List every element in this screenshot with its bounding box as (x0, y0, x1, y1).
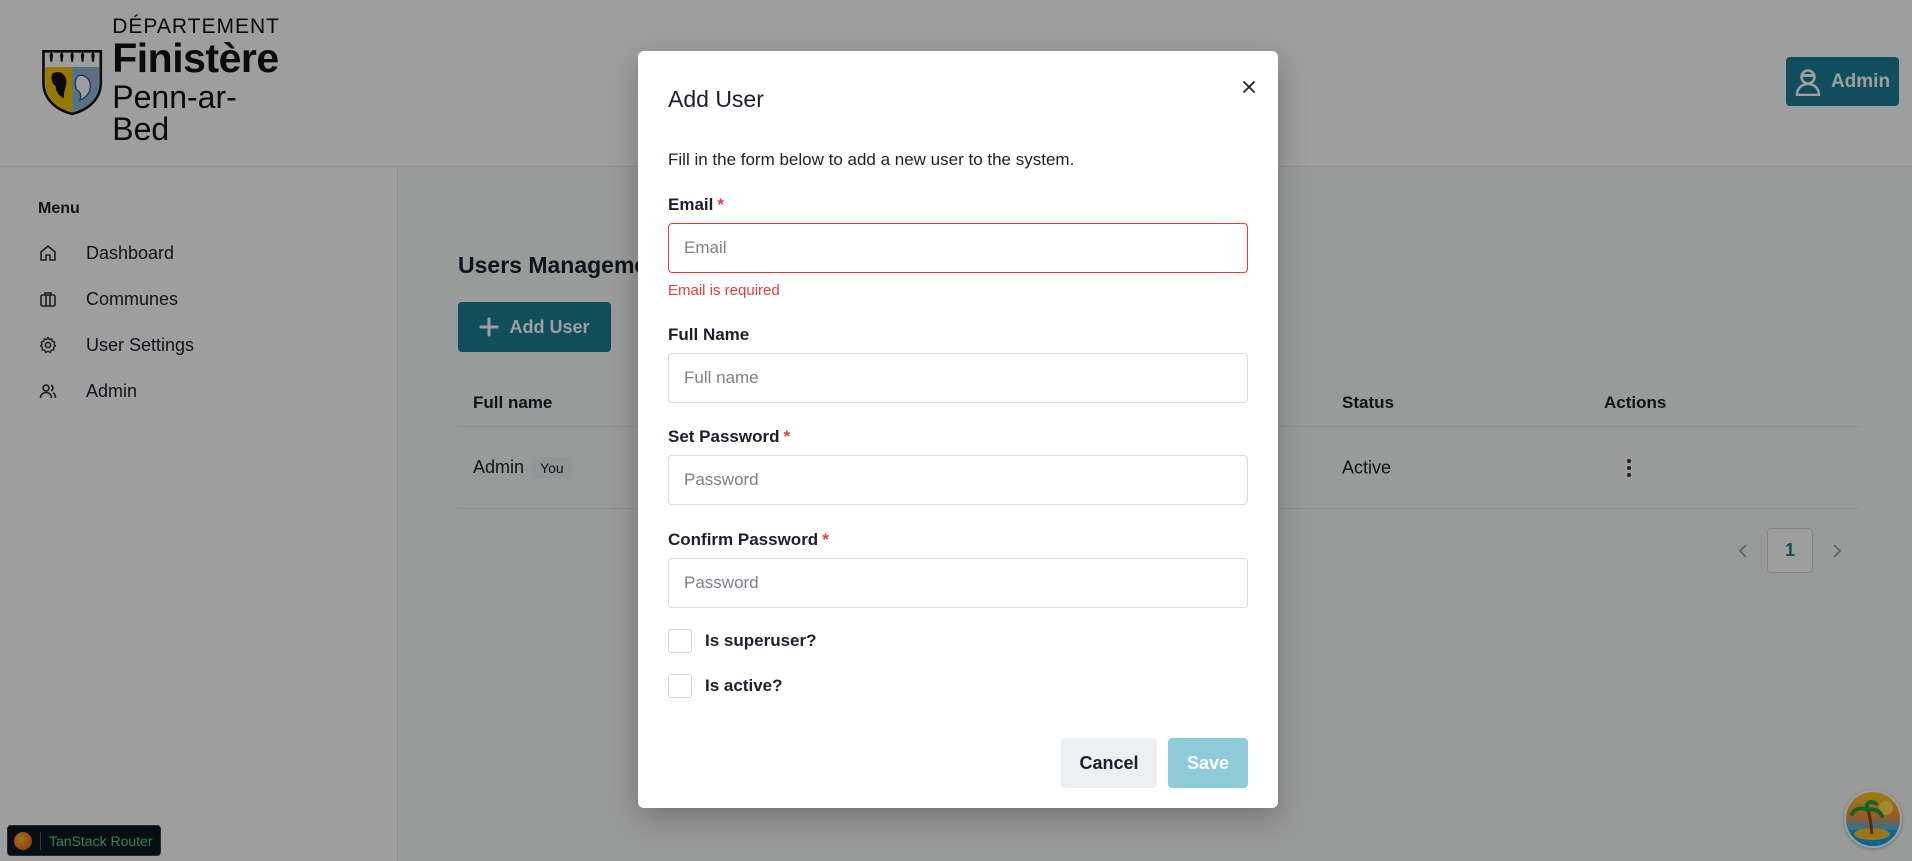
required-marker: * (822, 530, 829, 549)
full-name-label: Full Name (668, 325, 749, 345)
dialog-title: Add User (668, 86, 764, 112)
confirm-password-label: Confirm Password * (668, 530, 829, 550)
password-field[interactable] (668, 455, 1248, 505)
confirm-password-label-text: Confirm Password (668, 530, 819, 549)
required-marker: * (783, 427, 791, 446)
required-marker: * (717, 195, 724, 214)
set-password-label: Set Password * (668, 427, 790, 447)
email-label: Email * (668, 195, 724, 215)
close-dialog-button[interactable] (1235, 73, 1263, 101)
add-user-dialog: Add User Fill in the form below to add a… (638, 51, 1278, 808)
save-button[interactable]: Save (1168, 738, 1248, 788)
superuser-checkbox-label: Is superuser? (705, 631, 817, 650)
full-name-label-text: Full Name (668, 325, 750, 344)
full-name-field[interactable] (668, 353, 1248, 403)
superuser-checkbox[interactable] (668, 629, 692, 653)
active-checkbox-label: Is active? (705, 676, 783, 695)
set-password-label-text: Set Password (668, 427, 780, 446)
dialog-description: Fill in the form below to add a new user… (668, 150, 1075, 169)
active-checkbox-row[interactable]: Is active? (668, 674, 783, 698)
superuser-checkbox-row[interactable]: Is superuser? (668, 629, 817, 653)
email-error-message: Email is required (668, 282, 780, 299)
active-checkbox[interactable] (668, 674, 692, 698)
email-field[interactable] (668, 223, 1248, 273)
close-icon (1243, 81, 1255, 93)
email-label-text: Email (668, 195, 714, 214)
confirm-password-field[interactable] (668, 558, 1248, 608)
cancel-button[interactable]: Cancel (1061, 738, 1157, 788)
